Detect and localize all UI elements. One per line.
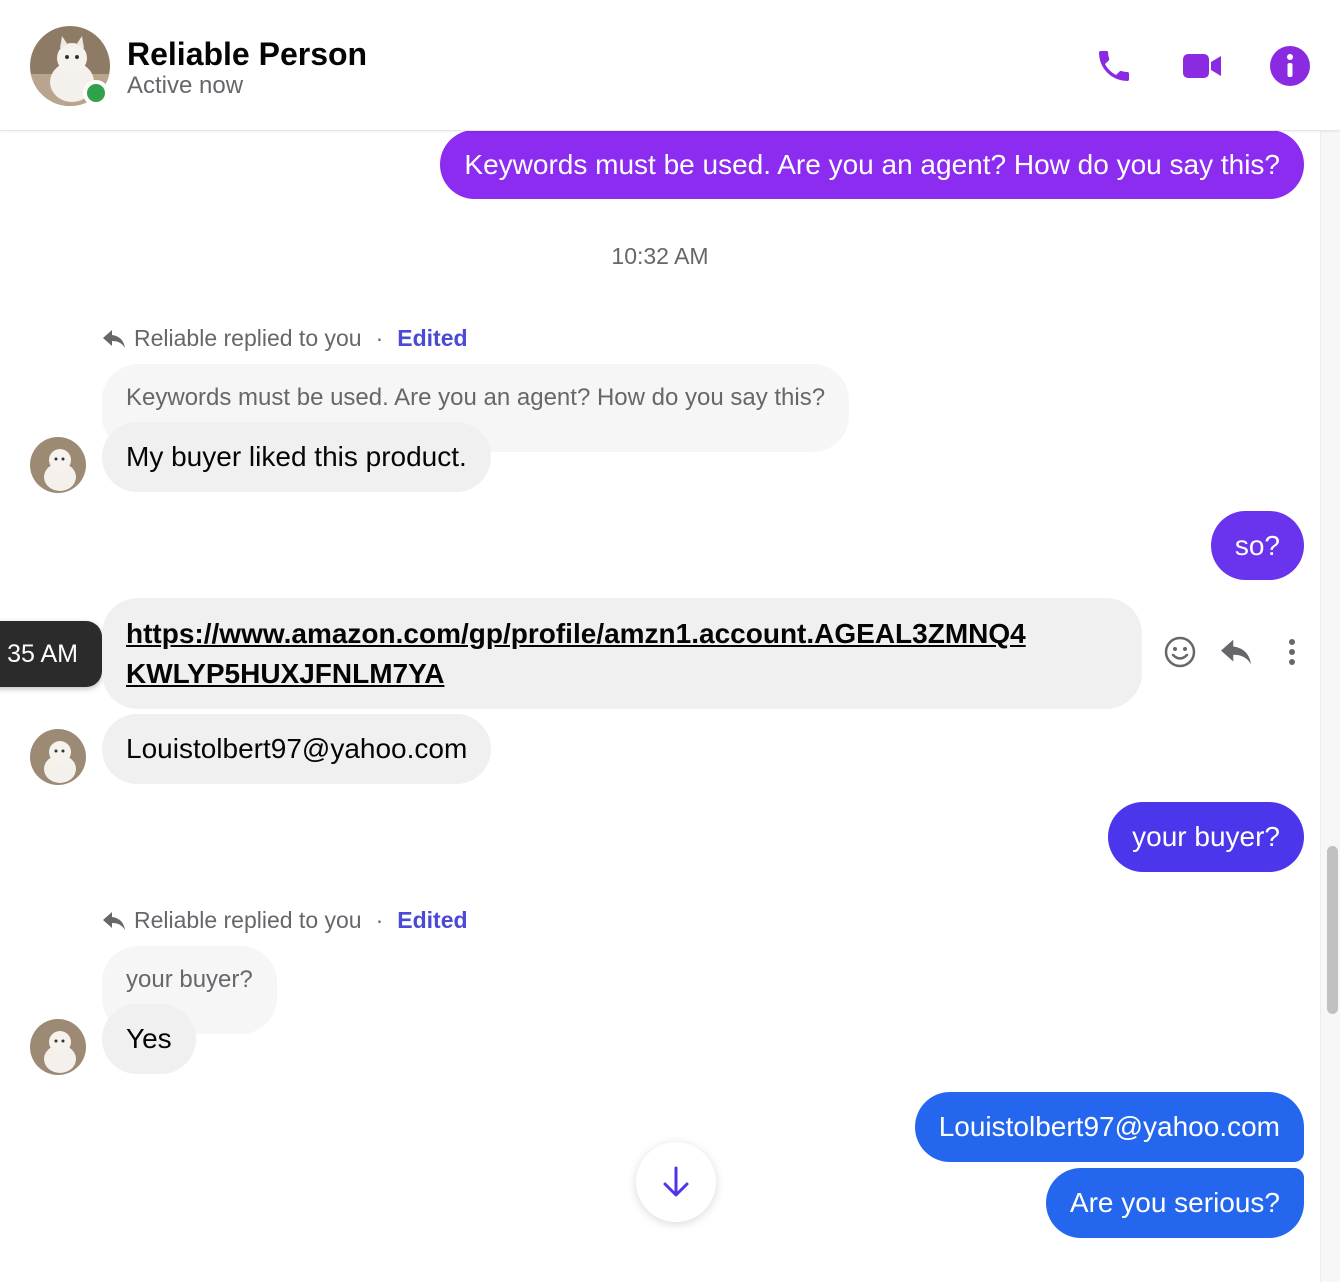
contact-avatar-small[interactable] [30,729,86,785]
conversation-header: Reliable Person Active now [0,0,1340,131]
scrollbar-track[interactable] [1320,131,1340,1282]
emoji-react-icon[interactable] [1160,632,1200,672]
scroll-to-bottom-button[interactable] [636,1142,716,1222]
scrollbar-thumb[interactable] [1327,846,1338,1014]
message-time-tooltip: 35 AM [0,621,102,687]
outgoing-message[interactable]: Are you serious? [1045,1168,1304,1238]
contact-name[interactable]: Reliable Person [127,36,367,73]
reply-label: Reliable replied to you [134,325,362,351]
video-camera-icon[interactable] [1180,44,1224,88]
contact-avatar-small[interactable] [30,437,86,493]
contact-avatar-small[interactable] [30,1019,86,1075]
edited-label[interactable]: Edited [397,325,467,352]
reply-label: Reliable replied to you [134,907,362,933]
incoming-link-message: https://www.amazon.com/gp/profile/amzn1.… [102,598,1142,709]
incoming-message[interactable]: Louistolbert97@yahoo.com [102,714,492,784]
separator-dot: · [375,907,384,933]
reply-arrow-icon [103,329,125,348]
reply-indicator: Reliable replied to you · Edited [102,325,468,352]
outgoing-message[interactable]: so? [1210,511,1304,580]
incoming-message[interactable]: Yes [102,1004,196,1074]
profile-link[interactable]: https://www.amazon.com/gp/profile/amzn1.… [126,614,1118,654]
info-icon[interactable] [1268,44,1312,88]
contact-status: Active now [127,72,244,99]
separator-dot: · [375,325,384,351]
edited-label[interactable]: Edited [397,907,467,934]
message-timestamp: 10:32 AM [611,243,709,269]
outgoing-message[interactable]: Keywords must be used. Are you an agent?… [440,130,1304,199]
outgoing-message[interactable]: Louistolbert97@yahoo.com [914,1092,1304,1162]
arrow-down-icon [663,1166,689,1197]
reply-indicator: Reliable replied to you · Edited [102,907,468,934]
reply-icon[interactable] [1216,632,1256,672]
profile-link-continued[interactable]: KWLYP5HUXJFNLM7YA [126,654,1118,694]
more-options-icon[interactable] [1272,632,1312,672]
reply-arrow-icon [103,911,125,930]
incoming-message[interactable]: My buyer liked this product. [102,422,491,492]
phone-icon[interactable] [1092,44,1136,88]
outgoing-message[interactable]: your buyer? [1108,802,1304,872]
online-status-dot [83,80,109,106]
